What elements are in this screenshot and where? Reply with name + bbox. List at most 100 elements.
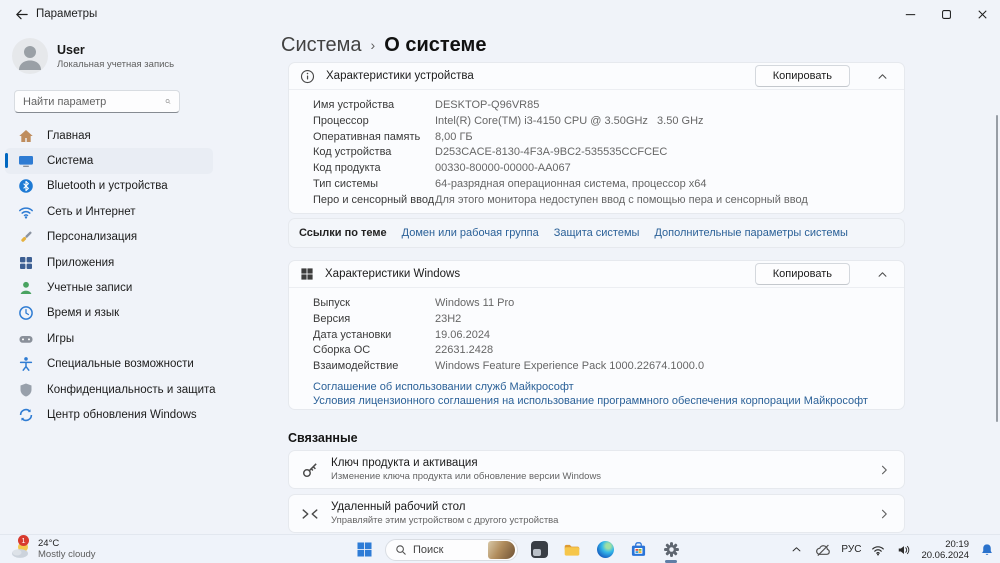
spec-row: Процессор Intel(R) Core(TM) i3-4150 CPU @… [313,114,704,127]
related-links-bar: Ссылки по теме Домен или рабочая группа … [288,218,905,248]
info-icon [300,69,315,83]
page-title: О системе [384,34,487,56]
task-view-button[interactable] [527,538,551,562]
remote-desktop-title: Удаленный рабочий стол [331,501,466,513]
user-name: User [57,42,85,57]
maximize-button[interactable] [928,0,964,28]
remote-desktop-icon [302,508,318,519]
sidebar-item-accounts[interactable]: Учетные записи [5,275,213,300]
taskbar-search[interactable]: Поиск [385,538,518,561]
chevron-up-icon [792,547,801,552]
system-icon [18,153,34,169]
sidebar-item-windows-update[interactable]: Центр обновления Windows [5,402,213,427]
back-arrow-icon [15,9,28,19]
wifi-icon [872,545,885,556]
brush-icon [18,229,34,245]
search-icon [396,544,406,555]
sidebar-item-bluetooth[interactable]: Bluetooth и устройства [5,174,213,199]
chevron-right-icon [881,509,887,518]
sidebar-item-accessibility[interactable]: Специальные возможности [5,352,213,377]
sidebar-item-system[interactable]: Система [5,148,213,174]
collapse-windows-specs[interactable] [877,269,888,280]
license-terms-link[interactable]: Условия лицензионного соглашения на испо… [313,394,890,409]
product-key-card[interactable]: Ключ продукта и активация Изменение ключ… [288,450,905,489]
hidden-icons-button[interactable] [787,538,805,562]
remote-desktop-card[interactable]: Удаленный рабочий стол Управляйте этим у… [288,494,905,533]
sidebar-item-apps[interactable]: Приложения [5,250,213,275]
copy-windows-specs-button[interactable]: Копировать [754,263,850,285]
wifi-tray-button[interactable] [869,538,887,562]
advanced-system-settings-link[interactable]: Дополнительные параметры системы [654,227,848,239]
bell-icon [982,543,992,555]
apps-icon [18,255,34,271]
gamepad-icon [18,331,34,347]
sidebar-item-privacy[interactable]: Конфиденциальность и защита [5,377,216,402]
search-input[interactable] [23,95,165,108]
language-indicator[interactable]: РУС [841,544,861,555]
spec-row: Оперативная память 8,00 ГБ [313,130,473,143]
spec-row: Сборка ОС 22631.2428 [313,344,494,357]
person-icon [18,280,34,296]
sidebar-item-home[interactable]: Главная [5,123,213,148]
taskbar: 1 24°C Mostly cloudy Поиск РУС 20:19 20.… [0,534,1000,563]
accessibility-icon [18,356,34,372]
start-button[interactable] [352,538,376,562]
file-explorer-button[interactable] [560,538,584,562]
related-links-label: Ссылки по теме [299,227,387,239]
chevron-up-icon [878,271,887,277]
sidebar-item-personalization[interactable]: Персонализация [5,225,213,250]
search-highlight-image[interactable] [488,540,515,559]
key-icon [302,462,317,477]
microsoft-store-button[interactable] [626,538,650,562]
account-type: Локальная учетная запись [57,58,175,70]
windows-specs-title: Характеристики Windows [325,268,461,280]
sidebar-item-time-language[interactable]: Время и язык [5,301,213,326]
spec-row: Дата установки 19.06.2024 [313,328,491,341]
windows-specs-header[interactable]: Характеристики Windows Копировать [289,261,904,288]
settings-window: Параметры User Локальная учетная запись … [0,0,1000,563]
avatar [12,38,48,74]
vertical-scrollbar[interactable] [996,115,998,422]
sidebar-item-network[interactable]: Сеть и Интернет [5,199,213,224]
search-icon [165,99,171,104]
spec-row: Имя устройства DESKTOP-Q96VR85 [313,99,540,111]
chevron-up-icon [878,73,887,79]
volume-button[interactable] [895,538,913,562]
sidebar-item-gaming[interactable]: Игры [5,326,213,351]
user-profile[interactable]: User Локальная учетная запись [12,38,174,74]
clock[interactable]: 20:19 20.06.2024 [921,539,969,561]
bluetooth-icon [18,178,34,194]
settings-taskbar-button[interactable] [659,538,683,563]
services-agreement-link[interactable]: Соглашение об использовании служб Майкро… [313,380,890,395]
notification-badge: 1 [18,535,29,546]
back-button[interactable] [10,5,32,23]
device-specs-title: Характеристики устройства [326,70,474,82]
weather-widget[interactable]: 1 24°C Mostly cloudy [9,535,96,561]
breadcrumb-system[interactable]: Система [281,34,362,57]
remote-desktop-subtitle: Управляйте этим устройством с другого ус… [331,515,559,526]
store-icon [631,542,645,556]
product-key-subtitle: Изменение ключа продукта или обновление … [331,471,602,482]
spec-row: Версия 23H2 [313,312,462,325]
collapse-device-specs[interactable] [877,71,888,82]
minimize-button[interactable] [892,0,928,28]
system-protection-link[interactable]: Защита системы [554,227,640,239]
start-icon [356,542,372,557]
wifi-icon [18,204,34,220]
product-key-title: Ключ продукта и активация [331,457,478,469]
spec-row: Тип системы 64-разрядная операционная сис… [313,177,707,190]
task-view-icon [530,541,548,558]
copy-device-specs-button[interactable]: Копировать [754,65,850,87]
breadcrumb-separator: › [370,37,376,53]
notification-center-button[interactable] [977,538,997,562]
onedrive-button[interactable] [813,538,833,562]
active-app-indicator [665,560,677,563]
sidebar-nav: Главная Система Bluetooth и устройства С… [5,123,216,428]
edge-button[interactable] [593,538,617,562]
chevron-right-icon [881,465,887,474]
close-button[interactable] [964,0,1000,28]
domain-workgroup-link[interactable]: Домен или рабочая группа [402,227,539,239]
device-specs-header[interactable]: Характеристики устройства Копировать [289,63,904,90]
spec-row: Выпуск Windows 11 Pro [313,297,515,309]
settings-search-box[interactable] [14,90,180,113]
